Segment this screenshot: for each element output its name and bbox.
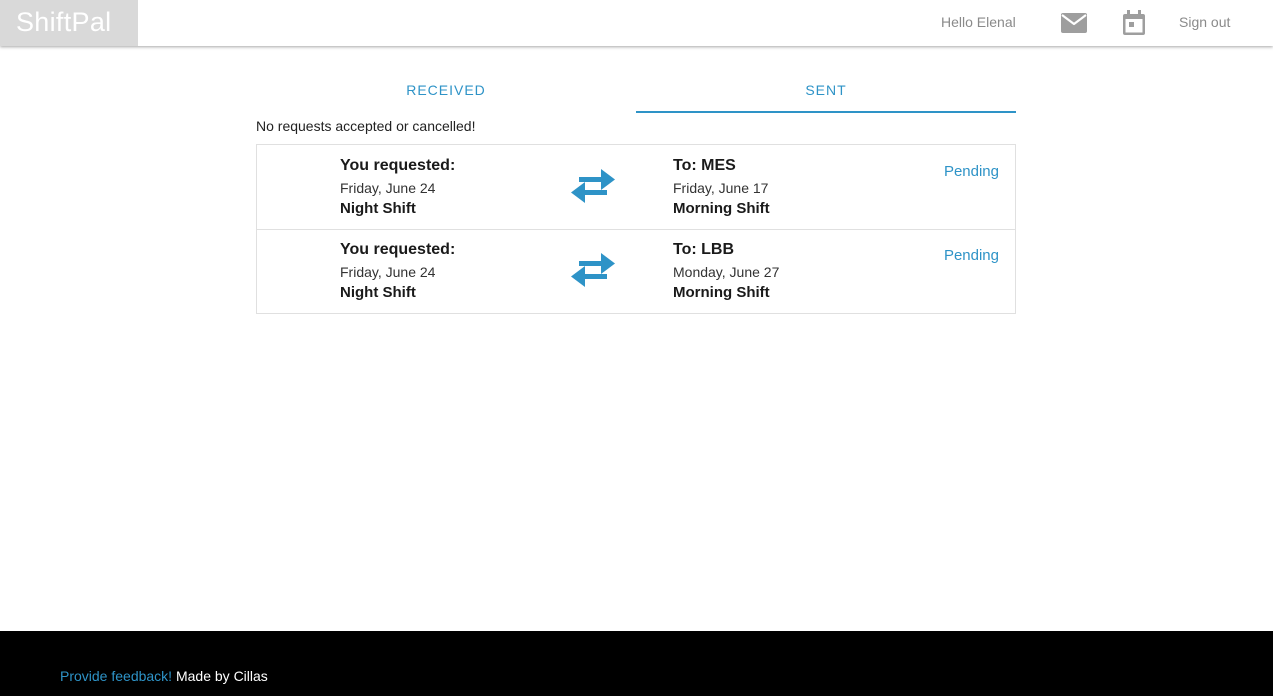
requested-shift-type: Night Shift: [340, 284, 416, 301]
status-badge: Pending: [943, 163, 999, 180]
swap-arrows-icon: [569, 251, 617, 291]
sent-requests-list: You requested: Friday, June 24 Night Shi…: [256, 144, 1016, 314]
tab-sent[interactable]: SENT: [636, 70, 1016, 114]
target-shift-type: Morning Shift: [673, 200, 770, 217]
target-shift: To: LBB Monday, June 27 Morning Shift: [673, 239, 779, 303]
requested-shift-type: Night Shift: [340, 200, 416, 217]
target-heading: To: LBB: [673, 241, 735, 258]
calendar-icon[interactable]: [1119, 8, 1149, 38]
provide-feedback-link[interactable]: Provide feedback!: [60, 668, 172, 684]
author-name: Cillas: [233, 668, 268, 684]
footer-text: Provide feedback! Made by Cillas: [60, 667, 268, 685]
top-nav-bar: ShiftPal Hello Elenal Sign out: [0, 0, 1273, 46]
target-date: Friday, June 17: [673, 180, 769, 196]
request-row[interactable]: You requested: Friday, June 24 Night Shi…: [257, 229, 1015, 313]
tab-received[interactable]: RECEIVED: [256, 70, 636, 114]
request-row[interactable]: You requested: Friday, June 24 Night Shi…: [257, 145, 1015, 230]
requested-date: Friday, June 24: [340, 180, 436, 196]
request-tabs: RECEIVED SENT: [256, 70, 1016, 114]
requested-shift: You requested: Friday, June 24 Night Shi…: [340, 155, 455, 219]
app-logo[interactable]: ShiftPal: [0, 0, 138, 46]
requested-heading: You requested:: [340, 157, 456, 174]
swap-arrows-icon: [569, 167, 617, 207]
mail-icon[interactable]: [1059, 8, 1089, 38]
requested-heading: You requested:: [340, 241, 456, 258]
status-badge: Pending: [943, 247, 999, 264]
sign-out-link[interactable]: Sign out: [1179, 13, 1230, 31]
target-shift-type: Morning Shift: [673, 284, 770, 301]
target-heading: To: MES: [673, 157, 736, 174]
active-tab-indicator: [636, 111, 1016, 113]
made-by-label: Made by: [172, 668, 234, 684]
user-greeting: Hello Elenal: [941, 14, 1016, 30]
page: ShiftPal Hello Elenal Sign out RECEIVED …: [0, 0, 1273, 696]
requested-date: Friday, June 24: [340, 264, 436, 280]
requests-notice: No requests accepted or cancelled!: [256, 118, 476, 134]
footer: Provide feedback! Made by Cillas: [0, 631, 1273, 696]
requested-shift: You requested: Friday, June 24 Night Shi…: [340, 239, 455, 303]
target-date: Monday, June 27: [673, 264, 780, 280]
target-shift: To: MES Friday, June 17 Morning Shift: [673, 155, 770, 219]
